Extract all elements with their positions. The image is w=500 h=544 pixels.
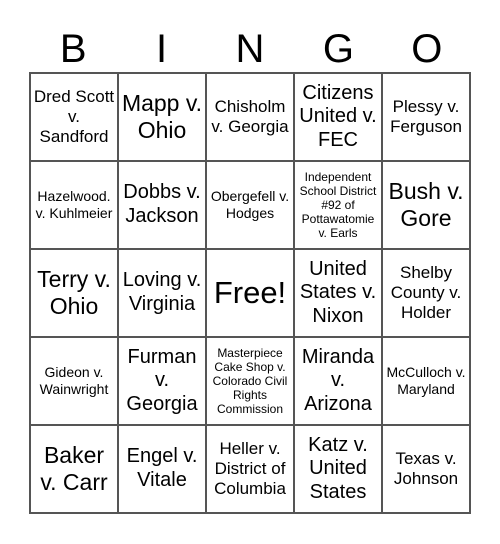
bingo-cell-text: Plessy v. Ferguson <box>390 96 462 136</box>
bingo-cell[interactable]: Independent School District #92 of Potta… <box>294 161 382 249</box>
bingo-cell[interactable]: Masterpiece Cake Shop v. Colorado Civil … <box>206 337 294 425</box>
bingo-cell-text: Bush v. Gore <box>388 177 464 231</box>
bingo-cell-text: Texas v. Johnson <box>393 448 459 488</box>
bingo-cell[interactable]: Texas v. Johnson <box>382 425 470 513</box>
bingo-cell[interactable]: McCulloch v. Maryland <box>382 337 470 425</box>
bingo-cell-text: McCulloch v. Maryland <box>386 364 466 397</box>
bingo-cell[interactable]: Engel v. Vitale <box>118 425 206 513</box>
bingo-cell-text: Citizens United v. FEC <box>299 81 377 151</box>
bingo-cell[interactable]: Citizens United v. FEC <box>294 73 382 161</box>
bingo-cell[interactable]: Terry v. Ohio <box>30 249 118 337</box>
bingo-cell[interactable]: Gideon v. Wainwright <box>30 337 118 425</box>
bingo-cell-text: Loving v. Virginia <box>122 269 202 315</box>
bingo-cell[interactable]: Shelby County v. Holder <box>382 249 470 337</box>
bingo-cell[interactable]: Hazelwood. v. Kuhlmeier <box>30 161 118 249</box>
bingo-cell-text: Chisholm v. Georgia <box>211 96 289 136</box>
bingo-cell[interactable]: Katz v. United States <box>294 425 382 513</box>
bingo-cell[interactable]: Furman v. Georgia <box>118 337 206 425</box>
bingo-cell-text: Furman v. Georgia <box>126 345 198 415</box>
bingo-cell[interactable]: Chisholm v. Georgia <box>206 73 294 161</box>
bingo-cell-text: Free! <box>213 274 287 310</box>
bingo-cell-text: Hazelwood. v. Kuhlmeier <box>35 188 113 221</box>
bingo-cell[interactable]: Dred Scott v. Sandford <box>30 73 118 161</box>
bingo-cell-text: Miranda v. Arizona <box>301 345 375 415</box>
header-letter-o: O <box>411 27 443 71</box>
bingo-cell-text: Obergefell v. Hodges <box>210 188 290 221</box>
bingo-cell-text: Terry v. Ohio <box>37 265 111 319</box>
bingo-cell-text: Katz v. United States <box>308 433 368 503</box>
bingo-header: B I N G O <box>29 26 471 72</box>
bingo-cell[interactable]: Miranda v. Arizona <box>294 337 382 425</box>
header-letter-n: N <box>235 27 265 71</box>
bingo-cell-text: Gideon v. Wainwright <box>39 364 109 397</box>
bingo-cell-text: Engel v. Vitale <box>126 445 198 491</box>
bingo-card-grid: Dred Scott v. Sandford Mapp v. Ohio Chisho… <box>29 72 471 514</box>
bingo-cell[interactable]: Plessy v. Ferguson <box>382 73 470 161</box>
bingo-cell-text: Shelby County v. Holder <box>390 262 462 323</box>
bingo-cell[interactable]: Loving v. Virginia <box>118 249 206 337</box>
bingo-cell-text: United States v. Nixon <box>299 257 377 327</box>
bingo-cell-text: Masterpiece Cake Shop v. Colorado Civil … <box>212 345 288 417</box>
bingo-cell-text: Independent School District #92 of Potta… <box>299 169 377 241</box>
bingo-cell-text: Heller v. District of Columbia <box>214 438 286 499</box>
header-letter-i: I <box>156 27 168 71</box>
bingo-cell-text: Dred Scott v. Sandford <box>33 86 115 147</box>
bingo-cell[interactable]: United States v. Nixon <box>294 249 382 337</box>
bingo-cell[interactable]: Bush v. Gore <box>382 161 470 249</box>
bingo-cell-text: Baker v. Carr <box>40 441 108 495</box>
header-letter-b: B <box>59 27 87 71</box>
free-space-cell[interactable]: Free! <box>206 249 294 337</box>
bingo-cell-text: Mapp v. Ohio <box>121 89 203 143</box>
bingo-cell[interactable]: Obergefell v. Hodges <box>206 161 294 249</box>
header-letter-g: G <box>322 27 354 71</box>
bingo-cell[interactable]: Heller v. District of Columbia <box>206 425 294 513</box>
bingo-cell[interactable]: Dobbs v. Jackson <box>118 161 206 249</box>
bingo-cell[interactable]: Mapp v. Ohio <box>118 73 206 161</box>
bingo-cell-text: Dobbs v. Jackson <box>123 181 201 227</box>
bingo-cell[interactable]: Baker v. Carr <box>30 425 118 513</box>
